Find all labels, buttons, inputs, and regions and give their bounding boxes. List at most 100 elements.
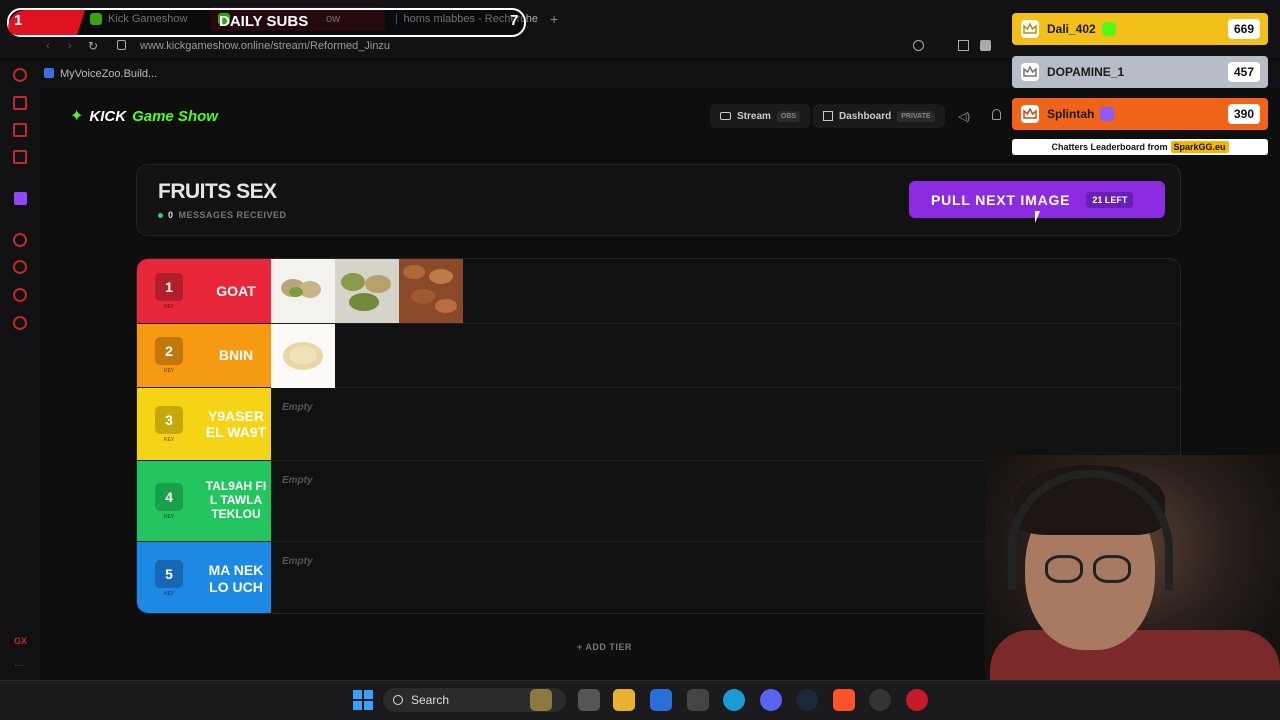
sub-badge-icon xyxy=(1101,22,1116,36)
crown-icon xyxy=(1021,105,1039,123)
tier-key-number: 3 xyxy=(155,405,183,434)
back-icon[interactable]: ‹ xyxy=(46,40,50,52)
leaderboard-entry: Dali_402 669 xyxy=(1012,13,1268,45)
leaderboard-entry: DOPAMINE_1 457 xyxy=(1012,56,1268,88)
leaderboard-username: Splintah xyxy=(1047,107,1095,121)
forward-icon[interactable]: › xyxy=(68,40,72,52)
clock-icon[interactable] xyxy=(13,260,27,274)
opera-gx-icon[interactable] xyxy=(906,689,928,711)
daily-subs-goal: 7 xyxy=(510,12,519,29)
tier-items xyxy=(271,259,463,323)
messages-status: 0 MESSAGES RECEIVED xyxy=(158,210,287,220)
pine-nuts-image[interactable] xyxy=(271,324,335,388)
volume-icon[interactable]: ◁) xyxy=(958,110,970,123)
game-title: FRUITS SEX xyxy=(158,180,277,203)
search-icon xyxy=(393,695,403,705)
leaderboard-score: 457 xyxy=(1228,62,1260,82)
file-explorer-icon[interactable] xyxy=(613,689,635,711)
widgets-icon[interactable] xyxy=(530,689,552,711)
snapshot-icon[interactable] xyxy=(958,40,969,51)
tier-key-number: 1 xyxy=(155,272,183,301)
messenger-icon[interactable] xyxy=(13,150,27,164)
tier-name[interactable]: MA NEKLO UCH xyxy=(201,542,271,613)
tv-icon xyxy=(720,112,731,120)
tier-key-number: 4 xyxy=(155,482,183,511)
tier-name[interactable]: GOAT xyxy=(201,259,271,323)
task-view-icon[interactable] xyxy=(578,689,600,711)
tier-name[interactable]: Y9ASER EL WA9T xyxy=(201,388,271,460)
url-field[interactable]: www.kickgameshow.online/stream/Reformed_… xyxy=(140,40,390,52)
zoom-icon[interactable] xyxy=(913,40,924,51)
shield-icon[interactable] xyxy=(980,40,991,51)
leaderboard-username: DOPAMINE_1 xyxy=(1047,65,1125,79)
tier-name[interactable]: TAL9AH FIL TAWLA TEKLOU xyxy=(201,461,271,541)
more-icon[interactable]: ··· xyxy=(14,660,24,671)
history-icon[interactable] xyxy=(13,68,27,82)
twitch-sidebar-icon[interactable] xyxy=(13,123,27,137)
images-left-badge: 21 LEFT xyxy=(1086,191,1134,208)
tier-row: 2 KEY BNIN xyxy=(137,324,1180,388)
app-icon[interactable] xyxy=(687,689,709,711)
settings-icon[interactable] xyxy=(13,316,27,330)
tier-key: 5 KEY xyxy=(137,542,201,613)
player-icon[interactable] xyxy=(13,233,27,247)
tier-key: 1 KEY xyxy=(137,259,201,323)
glasses-left xyxy=(1045,555,1083,583)
bookmark-item[interactable]: MyVoiceZoo.Build... xyxy=(60,68,157,80)
webcam-shirt xyxy=(990,630,1280,680)
leaderboard-footer: Chatters Leaderboard from SparkGG.eu xyxy=(1012,139,1268,155)
bookmark-favicon-icon xyxy=(44,68,54,78)
live-dot-icon xyxy=(158,212,163,218)
windows-start-icon[interactable] xyxy=(353,690,373,710)
tier-key-number: 2 xyxy=(155,337,183,365)
gx-label[interactable]: GX xyxy=(14,636,27,646)
store-icon[interactable] xyxy=(13,96,27,110)
daily-subs-current: 1 xyxy=(14,12,23,29)
edge-icon[interactable] xyxy=(723,689,745,711)
messages-label: MESSAGES RECEIVED xyxy=(178,210,287,220)
logo-gameshow-text: Game Show xyxy=(132,107,218,125)
tier-key-label: KEY xyxy=(163,303,175,310)
tier-key-label: KEY xyxy=(163,436,175,443)
bell-icon[interactable] xyxy=(992,109,1001,120)
tier-row: 3 KEY Y9ASER EL WA9T Empty xyxy=(137,388,1180,461)
glasses-right xyxy=(1093,555,1131,583)
new-tab-icon[interactable]: + xyxy=(550,11,558,27)
steam-icon[interactable] xyxy=(796,689,818,711)
green-almonds-image[interactable] xyxy=(335,259,399,323)
obs-pill: OBS xyxy=(776,110,801,122)
extensions-icon[interactable] xyxy=(13,288,27,302)
store-taskbar-icon[interactable] xyxy=(650,689,672,711)
windows-taskbar xyxy=(0,680,1280,720)
mouse-cursor-icon xyxy=(1035,211,1040,223)
nav-dashboard-label: Dashboard xyxy=(839,110,892,122)
discord-icon[interactable] xyxy=(760,689,782,711)
tier-key: 4 KEY xyxy=(137,461,201,541)
sparkle-icon: ✦ xyxy=(70,108,84,125)
daily-subs-title: DAILY SUBS xyxy=(219,13,309,30)
nav-stream-button[interactable]: Stream OBS xyxy=(710,104,811,128)
messages-count: 0 xyxy=(168,210,174,220)
reload-icon[interactable]: ↻ xyxy=(88,39,98,53)
tier-name[interactable]: BNIN xyxy=(201,324,271,387)
site-logo[interactable]: ✦ KICK Game Show xyxy=(70,106,218,126)
almonds-image[interactable] xyxy=(399,259,463,323)
tier-empty-label: Empty xyxy=(282,475,313,486)
leaderboard-username: Dali_402 xyxy=(1047,22,1096,36)
pistachio-image[interactable] xyxy=(271,259,335,323)
tier-key: 2 KEY xyxy=(137,324,201,387)
logo-kick-text: KICK xyxy=(89,107,127,125)
brave-icon[interactable] xyxy=(833,689,855,711)
tier-key-label: KEY xyxy=(163,591,175,597)
private-pill: PRIVATE xyxy=(897,110,935,122)
dashboard-icon xyxy=(823,111,833,121)
nav-dashboard-button[interactable]: Dashboard PRIVATE xyxy=(813,104,945,128)
tier-key-label: KEY xyxy=(163,368,175,374)
add-tier-button[interactable]: + ADD TIER xyxy=(577,642,632,652)
tier-key: 3 KEY xyxy=(137,388,201,460)
leaderboard-brand: SparkGG.eu xyxy=(1170,141,1229,153)
twitch-icon[interactable] xyxy=(14,192,27,205)
leaderboard-entry: Splintah 390 xyxy=(1012,98,1268,130)
tier-row: 1 KEY GOAT xyxy=(137,259,1180,324)
obs-icon[interactable] xyxy=(869,689,891,711)
